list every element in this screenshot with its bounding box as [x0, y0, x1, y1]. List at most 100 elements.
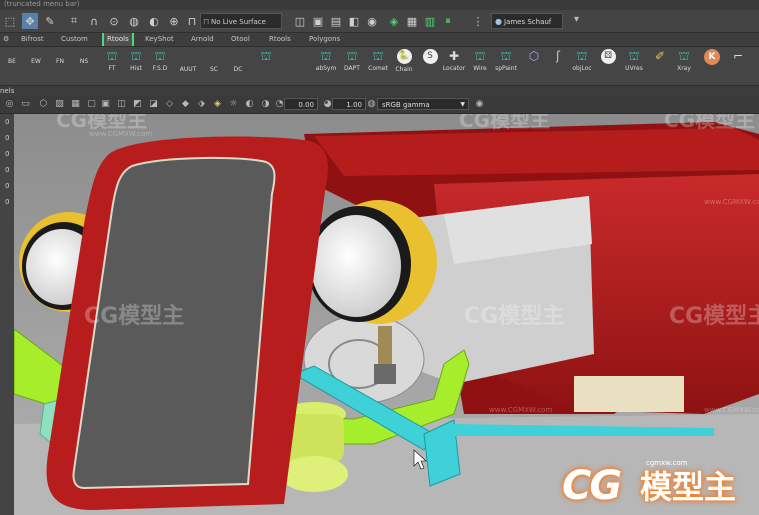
cube-icon: ⬡ [528, 49, 540, 63]
main-toolbar: ⬚ ✥ ✎ ⌗ ∩ ⊙ ◍ ◐ ⊕ ⊓ ⊓ No Live Surface ◫ … [0, 10, 759, 33]
wireframe-icon[interactable]: ◇ [164, 99, 175, 110]
watermark-site: www.CGMXW.com [704, 198, 759, 206]
shelf-button-dice[interactable]: ⚄ [596, 49, 620, 79]
shelf-tab-otool[interactable]: Otool [228, 33, 253, 46]
playblast-icon[interactable]: ▦ [404, 13, 420, 29]
bookmark-icon[interactable]: ⬡ [38, 99, 49, 110]
shelf-tab-custom[interactable]: Custom [58, 33, 91, 46]
shelf-tab-keyshot[interactable]: KeyShot [142, 33, 177, 46]
grid-icon[interactable]: ▦ [70, 99, 81, 110]
hypershade-icon[interactable]: ◉ [364, 13, 380, 29]
shelf-button-dapt[interactable]: ⛫ DAPT [340, 49, 364, 79]
locator-icon: ✚ [448, 49, 460, 63]
paint-select-icon[interactable]: ✎ [42, 13, 58, 29]
mel-script-icon: ⛫ [154, 49, 166, 63]
color-space-select[interactable]: sRGB gamma ▼ [377, 98, 469, 110]
render-frame-icon[interactable]: ◫ [292, 13, 308, 29]
field-chart-icon[interactable]: ◩ [132, 99, 143, 110]
shelf-button-fsd[interactable]: ⛫ F.S.D [148, 49, 172, 79]
shelf-button-absym[interactable]: ⛫ abSym [314, 49, 338, 79]
shelf-tab-polygons[interactable]: Polygons [306, 33, 343, 46]
snap-point-icon[interactable]: ⊙ [106, 13, 122, 29]
shelf-button-fn[interactable]: FN [48, 49, 72, 79]
gate-mask-icon[interactable]: ◫ [116, 99, 127, 110]
shelf-button-be[interactable]: BE [0, 49, 24, 79]
tab-menu-icon[interactable]: ⚙ [0, 33, 12, 46]
panels-menu[interactable]: nels [0, 86, 14, 96]
live-surface-field[interactable]: ⊓ No Live Surface [200, 13, 282, 29]
film-gate-icon[interactable]: ▢ [86, 99, 97, 110]
textured-icon[interactable]: ◈ [212, 99, 223, 110]
shelf-button-cube[interactable]: ⬡ [522, 49, 546, 79]
shelf-button-paint[interactable]: ✐ [648, 49, 672, 79]
brand-url: cgmxw.com [646, 459, 688, 467]
shelf-button-corner[interactable]: ⌐ [726, 49, 750, 79]
render-settings-icon[interactable]: ◧ [346, 13, 362, 29]
shelf-tab-bar: ⚙ Bifrost Custom Rtools KeyShot Arnold O… [0, 33, 759, 47]
watermark-logo: CG模型主 [84, 304, 185, 329]
snap-grid-icon[interactable]: ⌗ [66, 13, 82, 29]
shelf-button-keyshot[interactable]: K [700, 49, 724, 79]
shelf-buttons: BE EW FN NS ⛫ FT ⛫ Hist ⛫ F.S.D AUUT SC DC … [0, 47, 759, 86]
shelf-button-comet[interactable]: ⛫ Comet [366, 49, 390, 79]
shelf-button-sppaint[interactable]: ⛫ spPaint [494, 49, 518, 79]
3d-viewport[interactable]: CG模型主 CG模型主 CG模型主 www.CGMXW.com www.CGMX… [14, 114, 759, 515]
watermark-logo: CG模型主 [669, 304, 759, 329]
shelf-button-uvres[interactable]: ⛫ UVres [622, 49, 646, 79]
mel-script-icon: ⛫ [346, 49, 358, 63]
camera-attributes-icon[interactable]: ▭ [20, 99, 31, 110]
snap-curve-icon[interactable]: ∩ [86, 13, 102, 29]
viewport-toolbar: ◎ ▭ ⬡ ▨ ▦ ▢ ▣ ◫ ◩ ◪ ◇ ◆ ⬗ ◈ ☼ ◐ ◑ ◔ 0.00… [0, 96, 759, 114]
image-plane-icon[interactable]: ▨ [54, 99, 65, 110]
expand-icon[interactable]: ▾ [574, 14, 579, 25]
ipr-render-icon[interactable]: ▤ [328, 13, 344, 29]
color-management-icon[interactable]: ◍ [366, 99, 377, 110]
shelf-button-wire[interactable]: ⛫ Wire [468, 49, 492, 79]
keyshot-icon: K [704, 49, 720, 65]
ui-toggle-icon[interactable]: ⋮ [470, 13, 486, 29]
render-view-icon[interactable]: ◈ [386, 13, 402, 29]
wireframe-on-shaded-icon[interactable]: ⬗ [196, 99, 207, 110]
mel-script-icon: ⛫ [372, 49, 384, 63]
make-live-icon[interactable]: ⊕ [166, 13, 182, 29]
resolution-gate-icon[interactable]: ▣ [100, 99, 111, 110]
shelf-tab-arnold[interactable]: Arnold [188, 33, 217, 46]
magnet-icon[interactable]: ⊓ [184, 13, 200, 29]
safe-action-icon[interactable]: ◪ [148, 99, 159, 110]
snap-surface-icon[interactable]: ◍ [126, 13, 142, 29]
shelf-button-auut[interactable]: AUUT [176, 49, 200, 79]
exposure-field[interactable]: 0.00 [284, 98, 318, 110]
smooth-shade-icon[interactable]: ◆ [180, 99, 191, 110]
shelf-tab-rtools-2[interactable]: Rtools [266, 33, 294, 46]
shelf-tab-bifrost[interactable]: Bifrost [18, 33, 47, 46]
select-tool-icon[interactable]: ⬚ [2, 13, 18, 29]
shelf-button-ft[interactable]: ⛫ FT [100, 49, 124, 79]
ambient-occlusion-icon[interactable]: ◑ [260, 99, 271, 110]
shelf-button-blank[interactable]: ⛫ [254, 49, 278, 79]
shelf-tab-rtools[interactable]: Rtools [102, 33, 134, 46]
arnold-ipr-icon[interactable]: ⏸ [440, 13, 456, 29]
shelf-button-ew[interactable]: EW [24, 49, 48, 79]
shelf-button-s-icon[interactable]: S [418, 49, 442, 79]
shelf-button-curve[interactable]: ʃ [546, 49, 570, 79]
snap-view-icon[interactable]: ◐ [146, 13, 162, 29]
watermark-site: www.CGMXW.com [489, 406, 553, 414]
shelf-button-sc[interactable]: SC [202, 49, 226, 79]
shelf-button-dc[interactable]: DC [226, 49, 250, 79]
lights-icon[interactable]: ☼ [228, 99, 239, 110]
shelf-button-xray[interactable]: ⛫ Xray [672, 49, 696, 79]
arnold-render-icon[interactable]: ▥ [422, 13, 438, 29]
render-icon[interactable]: ▣ [310, 13, 326, 29]
select-camera-icon[interactable]: ◎ [4, 99, 15, 110]
shelf-button-hist[interactable]: ⛫ Hist [124, 49, 148, 79]
shelf-button-objloc[interactable]: ⛫ objLoc [570, 49, 594, 79]
viewport-options-icon[interactable]: ◉ [474, 99, 485, 110]
user-account-field[interactable]: ● James Schauf [491, 13, 563, 29]
shelf-button-chain[interactable]: 🐍 Chain [392, 49, 416, 79]
python-icon: 🐍 [396, 49, 412, 64]
shelf-button-ns[interactable]: NS [72, 49, 96, 79]
shelf-button-locator[interactable]: ✚ Locator [442, 49, 466, 79]
lasso-tool-icon[interactable]: ✥ [22, 13, 38, 29]
gamma-field[interactable]: 1.00 [332, 98, 366, 110]
shadows-icon[interactable]: ◐ [244, 99, 255, 110]
